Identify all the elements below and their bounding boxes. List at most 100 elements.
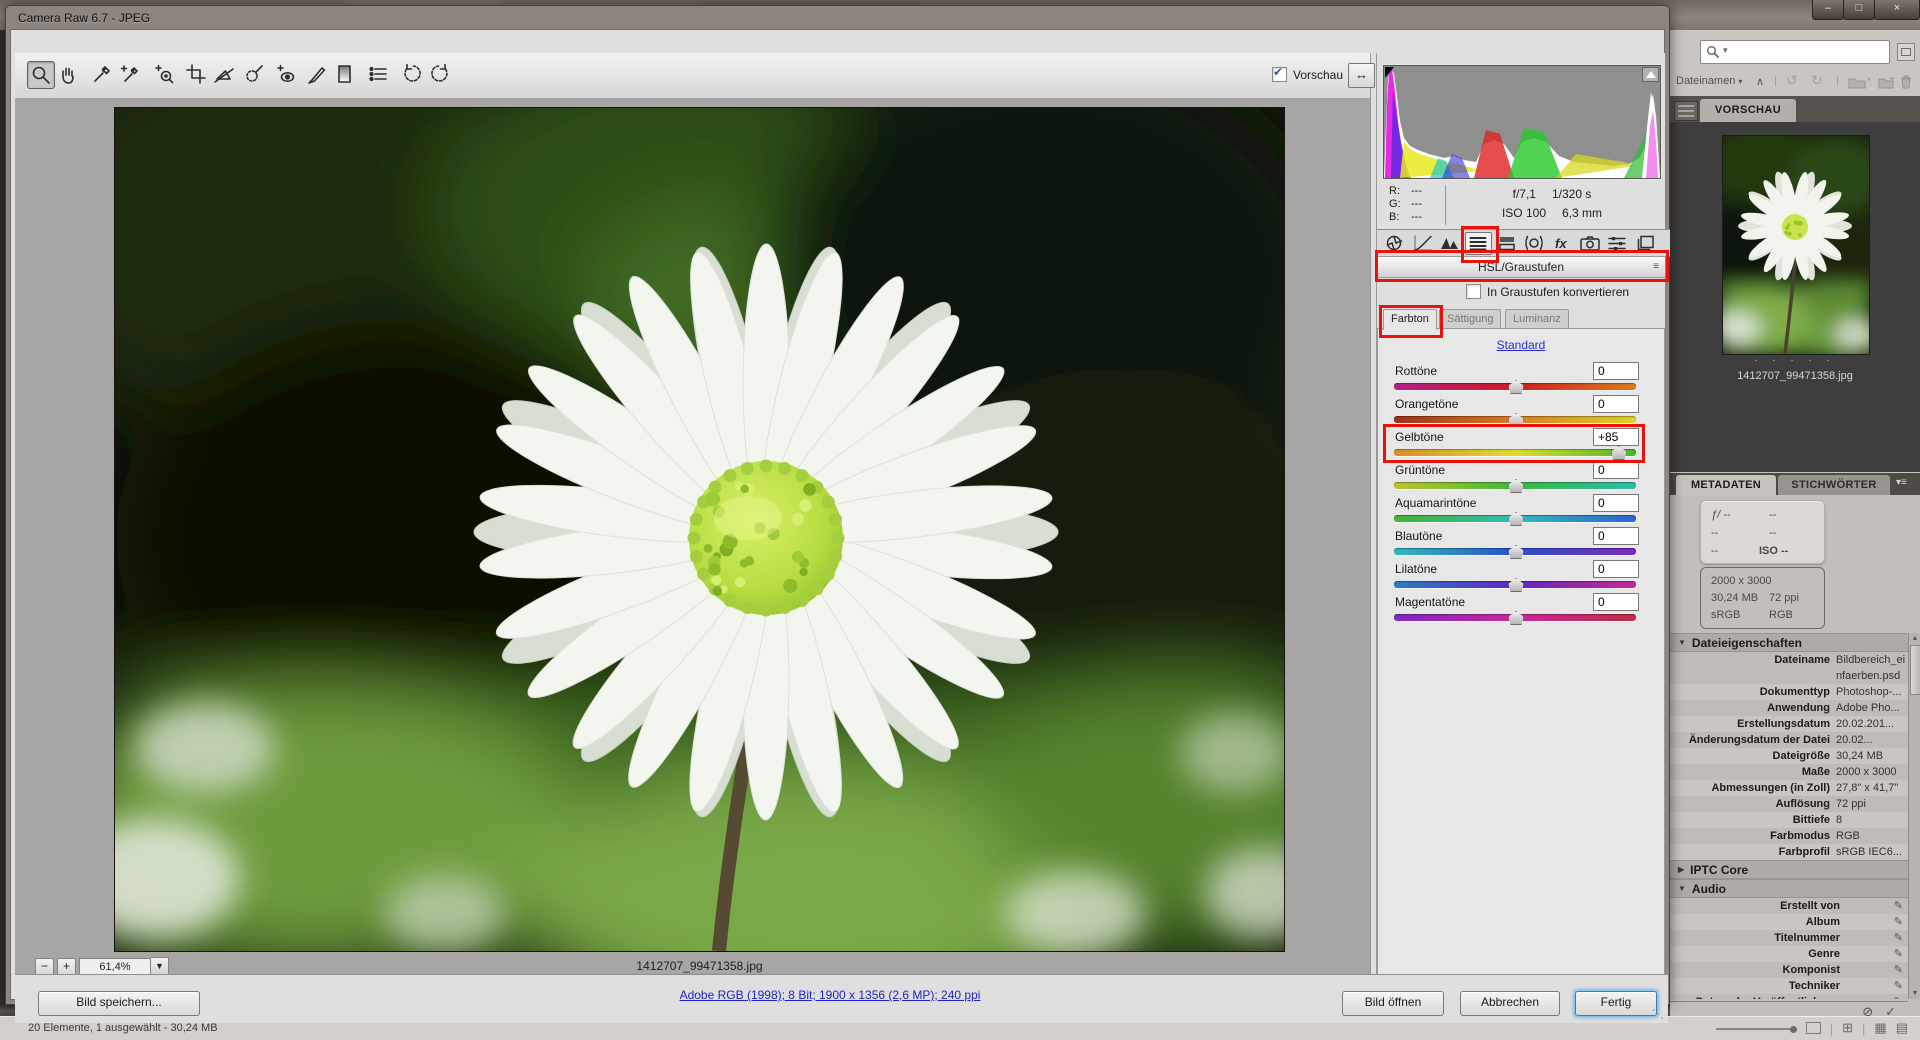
- edit-pencil-icon[interactable]: ✎: [1894, 930, 1908, 946]
- slider-track[interactable]: [1394, 416, 1636, 423]
- edit-pencil-icon[interactable]: ✎: [1894, 898, 1908, 914]
- rotate-left-tool-icon[interactable]: [399, 61, 425, 87]
- slider-value-input[interactable]: [1593, 395, 1639, 413]
- red-eye-tool-icon[interactable]: [273, 61, 299, 87]
- slider-thumb[interactable]: [1508, 545, 1524, 559]
- tab-metadaten[interactable]: METADATEN: [1676, 475, 1776, 495]
- color-sampler-tool-icon[interactable]: [117, 61, 143, 87]
- annotation-box-gelbtoene: [1383, 424, 1645, 463]
- slider-track[interactable]: [1394, 482, 1636, 489]
- slider-value-input[interactable]: [1593, 593, 1639, 611]
- slider-value-input[interactable]: [1593, 362, 1639, 380]
- open-image-button[interactable]: Bild öffnen: [1342, 991, 1444, 1016]
- standard-link[interactable]: Standard: [1378, 338, 1664, 352]
- scrollbar-thumb[interactable]: [1910, 645, 1920, 695]
- new-folder-icon[interactable]: [1878, 76, 1894, 89]
- folder-dropdown-caret[interactable]: ▾: [1867, 75, 1871, 84]
- slider-value-input[interactable]: [1593, 494, 1639, 512]
- slider-value-input[interactable]: [1593, 560, 1639, 578]
- highlight-clipping-icon[interactable]: [1642, 67, 1659, 82]
- rating-dots[interactable]: · · · · ·: [1670, 355, 1920, 366]
- details-view-icon[interactable]: ▦: [1874, 1020, 1886, 1036]
- slider-thumb[interactable]: [1508, 611, 1524, 625]
- save-image-button[interactable]: Bild speichern...: [38, 991, 200, 1016]
- tab-saettigung[interactable]: Sättigung: [1439, 309, 1501, 329]
- rotate-left-icon[interactable]: ↺: [1786, 72, 1798, 89]
- zoom-tool-icon[interactable]: [27, 61, 55, 89]
- adjustment-brush-tool-icon[interactable]: [303, 61, 329, 87]
- slider-track[interactable]: [1394, 581, 1636, 588]
- apply-edit-icon[interactable]: ✓: [1885, 1004, 1896, 1016]
- metadata-scrollbar[interactable]: ▲ ▼: [1908, 633, 1920, 999]
- white-balance-tool-icon[interactable]: [89, 61, 115, 87]
- open-folder-icon[interactable]: [1848, 76, 1866, 89]
- slider-value-input[interactable]: [1593, 527, 1639, 545]
- slider-track[interactable]: [1394, 548, 1636, 555]
- list-view-icon[interactable]: ▤: [1896, 1020, 1908, 1036]
- tab-stichwoerter[interactable]: STICHWÖRTER: [1778, 475, 1890, 495]
- preview-checkbox[interactable]: Vorschau: [1272, 67, 1343, 82]
- resize-grip[interactable]: ⋱: [1652, 1007, 1664, 1021]
- sort-by-label[interactable]: Dateinamen ▾: [1676, 75, 1742, 87]
- trash-icon[interactable]: [1900, 75, 1912, 89]
- tab-vorschau[interactable]: VORSCHAU: [1700, 99, 1796, 122]
- slider-thumb[interactable]: [1508, 380, 1524, 394]
- slider-track[interactable]: [1394, 515, 1636, 522]
- grid-view-icon[interactable]: ⊞: [1842, 1020, 1853, 1036]
- spot-removal-tool-icon[interactable]: [241, 61, 267, 87]
- straighten-tool-icon[interactable]: [211, 61, 237, 87]
- targeted-adjustment-tool-icon[interactable]: [151, 61, 177, 87]
- shadow-clipping-icon[interactable]: [1385, 67, 1400, 80]
- crop-tool-icon[interactable]: [183, 61, 209, 87]
- edit-pencil-icon[interactable]: ✎: [1894, 962, 1908, 978]
- r-value: ---: [1411, 185, 1422, 197]
- workflow-options-link[interactable]: Adobe RGB (1998); 8 Bit; 1900 x 1356 (2,…: [615, 988, 1045, 1002]
- slider-thumb[interactable]: [1508, 578, 1524, 592]
- photo-preview[interactable]: [114, 107, 1285, 952]
- edit-pencil-icon[interactable]: ✎: [1894, 978, 1908, 994]
- section-audio[interactable]: ▼Audio: [1670, 879, 1908, 898]
- slider-thumb[interactable]: [1508, 512, 1524, 526]
- thumbnail-size-icon[interactable]: [1806, 1022, 1821, 1034]
- panel-list-icon[interactable]: [1674, 101, 1698, 121]
- convert-grayscale-checkbox[interactable]: In Graustufen konvertieren: [1466, 284, 1629, 299]
- search-dropdown-caret[interactable]: ▾: [1723, 45, 1728, 56]
- slider-thumb[interactable]: [1508, 479, 1524, 493]
- scroll-up-icon[interactable]: ▲: [1909, 635, 1920, 642]
- section-file-properties[interactable]: ▼Dateieigenschaften: [1670, 633, 1908, 652]
- slider-label: Orangetöne: [1395, 397, 1458, 411]
- minimize-button[interactable]: –: [1812, 0, 1844, 20]
- scroll-down-icon[interactable]: ▼: [1909, 990, 1920, 997]
- edit-pencil-icon[interactable]: ✎: [1894, 994, 1908, 999]
- edit-pencil-icon[interactable]: ✎: [1894, 946, 1908, 962]
- metadata-row: Maße 2000 x 3000: [1670, 764, 1908, 780]
- checkbox-checked-icon[interactable]: [1272, 67, 1287, 82]
- edit-pencil-icon[interactable]: ✎: [1894, 914, 1908, 930]
- slider-value-input[interactable]: [1593, 461, 1639, 479]
- close-button[interactable]: ×: [1874, 0, 1920, 20]
- compact-mode-button[interactable]: [1897, 43, 1915, 61]
- sort-direction-icon[interactable]: ∧: [1756, 75, 1764, 88]
- rotate-right-icon[interactable]: ↻: [1811, 72, 1823, 89]
- checkbox-unchecked-icon[interactable]: [1466, 284, 1481, 299]
- rotate-right-tool-icon[interactable]: [427, 61, 453, 87]
- graduated-filter-tool-icon[interactable]: [331, 61, 357, 87]
- placard-ev: --: [1711, 527, 1718, 539]
- done-button[interactable]: Fertig: [1575, 991, 1657, 1016]
- search-input[interactable]: ▾: [1700, 40, 1890, 64]
- toggle-fullscreen-button[interactable]: ↔: [1348, 63, 1375, 88]
- file-info-placard: 2000 x 3000 30,24 MB 72 ppi sRGB RGB: [1700, 567, 1825, 629]
- section-iptc-core[interactable]: ▶IPTC Core: [1670, 860, 1908, 879]
- panel-menu-icon[interactable]: ▾≡: [1896, 477, 1907, 488]
- hand-tool-icon[interactable]: [55, 61, 81, 87]
- preview-thumbnail[interactable]: [1722, 135, 1870, 355]
- cancel-button[interactable]: Abbrechen: [1460, 991, 1560, 1016]
- slider-track[interactable]: [1394, 383, 1636, 390]
- maximize-button[interactable]: □: [1843, 0, 1875, 20]
- cancel-edit-icon[interactable]: ⊘: [1862, 1004, 1873, 1016]
- tab-luminanz[interactable]: Luminanz: [1505, 309, 1569, 329]
- slider-track[interactable]: [1394, 614, 1636, 621]
- thumbnail-size-slider[interactable]: [1716, 1021, 1797, 1036]
- annotation-box-hsl-header: [1375, 250, 1669, 282]
- preferences-tool-icon[interactable]: [365, 61, 391, 87]
